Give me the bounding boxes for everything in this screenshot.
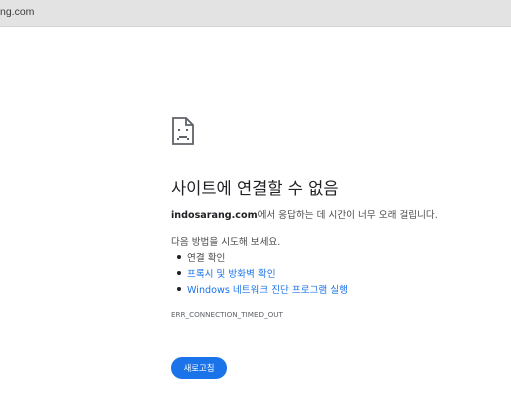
sad-page-icon bbox=[172, 117, 194, 145]
error-message: 에서 응답하는 데 시간이 너무 오래 걸립니다. bbox=[257, 210, 438, 221]
error-title: 사이트에 연결할 수 없음 bbox=[171, 179, 339, 198]
address-bar[interactable]: ng.com bbox=[0, 0, 511, 27]
suggestion-run-diagnostics-link[interactable]: Windows 네트워크 진단 프로그램 실행 bbox=[177, 282, 348, 298]
error-description: indosarang.com에서 응답하는 데 시간이 너무 오래 걸립니다. bbox=[171, 207, 438, 221]
suggestion-check-proxy-link[interactable]: 프록시 및 방화벽 확인 bbox=[177, 266, 348, 282]
error-code: ERR_CONNECTION_TIMED_OUT bbox=[171, 310, 283, 319]
error-host: indosarang.com bbox=[171, 210, 258, 221]
reload-button[interactable]: 새로고침 bbox=[171, 357, 227, 379]
suggestion-list: 연결 확인 프록시 및 방화벽 확인 Windows 네트워크 진단 프로그램 … bbox=[177, 250, 348, 298]
try-label: 다음 방법을 시도해 보세요. bbox=[171, 237, 281, 248]
suggestion-check-connection: 연결 확인 bbox=[177, 250, 348, 266]
address-bar-url[interactable]: ng.com bbox=[0, 6, 34, 18]
